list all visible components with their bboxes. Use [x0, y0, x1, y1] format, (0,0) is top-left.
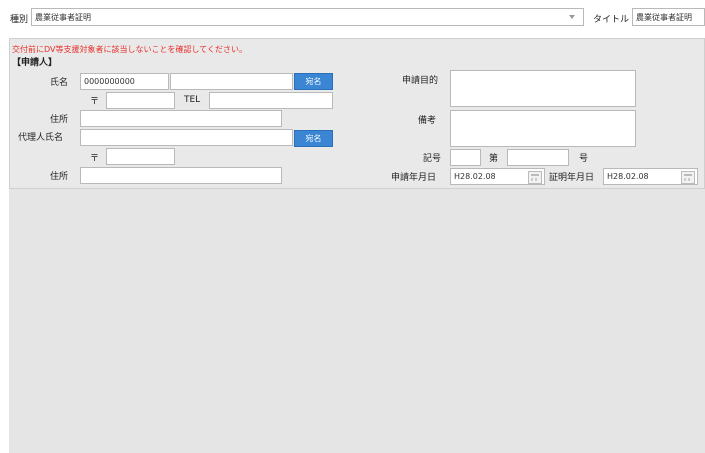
cert-date-input[interactable]: H28.02.08 — [603, 168, 698, 185]
cert-date-label: 証明年月日 — [549, 173, 595, 183]
symbol-input[interactable] — [450, 149, 481, 166]
apply-date-label: 申請年月日 — [391, 173, 437, 183]
calendar-icon[interactable] — [528, 171, 542, 184]
number-input[interactable] — [507, 149, 569, 166]
name-code-value: 0000000000 — [84, 77, 135, 86]
name-label: 氏名 — [50, 78, 69, 88]
purpose-label: 申請目的 — [402, 76, 439, 86]
postal-mark: 〒 — [90, 97, 100, 107]
chevron-down-icon[interactable] — [569, 15, 575, 19]
address-lookup-button[interactable]: 宛名 — [294, 73, 333, 90]
calendar-icon[interactable] — [681, 171, 695, 184]
title-field[interactable]: 農業従事者証明 — [632, 8, 705, 26]
address-input[interactable] — [80, 110, 282, 127]
agent-address-lookup-button[interactable]: 宛名 — [294, 130, 333, 147]
purpose-textarea[interactable] — [450, 70, 636, 107]
applicant-section-title: 【申請人】 — [12, 58, 58, 68]
dv-warning-text: 交付前にDV等支援対象者に該当しないことを確認してください。 — [12, 45, 248, 54]
apply-date-input[interactable]: H28.02.08 — [450, 168, 545, 185]
kind-label: 種別 — [10, 15, 29, 25]
name-text-input[interactable] — [170, 73, 293, 90]
agent-postal-mark: 〒 — [90, 154, 100, 164]
apply-date-value: H28.02.08 — [454, 172, 496, 181]
agent-address-input[interactable] — [80, 167, 282, 184]
kind-select[interactable]: 農業従事者証明 — [31, 8, 584, 26]
agent-address-label: 住所 — [50, 172, 69, 182]
number-suffix: 号 — [579, 154, 589, 164]
content-area — [9, 189, 705, 453]
tel-label: TEL — [184, 95, 201, 105]
agent-name-label: 代理人氏名 — [18, 133, 64, 143]
title-field-value: 農業従事者証明 — [636, 13, 692, 22]
remarks-label: 備考 — [418, 116, 437, 126]
symbol-label: 記号 — [423, 154, 442, 164]
tel-input[interactable] — [209, 92, 333, 109]
address-label: 住所 — [50, 115, 69, 125]
cert-date-value: H28.02.08 — [607, 172, 649, 181]
agent-postal-code-input[interactable] — [106, 148, 175, 165]
top-bar: 種別 農業従事者証明 タイトル 農業従事者証明 — [0, 0, 705, 38]
agent-name-input[interactable] — [80, 129, 293, 146]
number-prefix: 第 — [489, 154, 499, 164]
title-label: タイトル — [593, 15, 630, 25]
name-code-input[interactable]: 0000000000 — [80, 73, 169, 90]
postal-code-input[interactable] — [106, 92, 175, 109]
remarks-textarea[interactable] — [450, 110, 636, 147]
kind-select-value: 農業従事者証明 — [35, 13, 91, 22]
